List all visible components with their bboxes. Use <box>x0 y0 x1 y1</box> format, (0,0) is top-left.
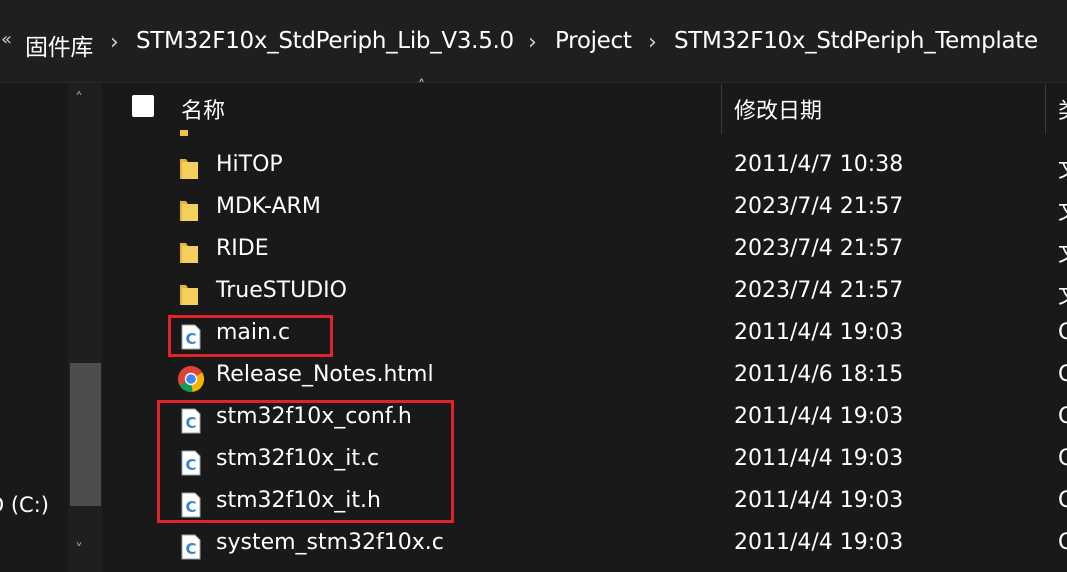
file-type: 文 <box>1058 236 1067 268</box>
file-name: system_stm32f10x.c <box>216 530 444 555</box>
column-header-date-modified[interactable]: 修改日期 <box>734 93 822 125</box>
file-date: 2011/4/4 19:03 <box>734 404 904 429</box>
column-header-name[interactable]: 名称 <box>181 93 225 125</box>
file-date: 2023/7/4 21:57 <box>734 194 904 219</box>
breadcrumb-item-project[interactable]: Project <box>555 28 632 54</box>
file-date: 2011/4/4 19:03 <box>734 530 904 555</box>
folder-icon <box>178 239 204 267</box>
svg-text:C: C <box>185 540 196 558</box>
sort-ascending-icon: ˄ <box>418 78 425 94</box>
breadcrumb-overflow-icon[interactable]: « <box>1 29 12 50</box>
file-type: C <box>1058 488 1067 513</box>
list-item[interactable]: TrueSTUDIO 2023/7/4 21:57 文 <box>104 272 1067 314</box>
file-type: C <box>1058 362 1067 387</box>
list-item[interactable]: Release_Notes.html 2011/4/6 18:15 C <box>104 356 1067 398</box>
file-date: 2023/7/4 21:57 <box>734 236 904 261</box>
column-header <box>104 84 1067 134</box>
highlight-box-main-c <box>168 315 333 357</box>
file-name: Release_Notes.html <box>216 362 434 387</box>
breadcrumb-chevron-icon[interactable]: › <box>528 30 537 55</box>
file-date: 2011/4/6 18:15 <box>734 362 904 387</box>
breadcrumb-chevron-icon[interactable]: › <box>110 30 119 55</box>
list-item[interactable]: MDK-ARM 2023/7/4 21:57 文 <box>104 188 1067 230</box>
file-name: RIDE <box>216 236 269 261</box>
nav-scrollbar-thumb[interactable] <box>70 363 101 506</box>
file-type: 文 <box>1058 194 1067 226</box>
column-divider[interactable] <box>721 84 722 134</box>
folder-icon <box>178 281 204 309</box>
file-type: C <box>1058 530 1067 555</box>
file-date: 2023/7/4 21:57 <box>734 278 904 303</box>
nav-item-drive-c[interactable]: D (C:) <box>0 493 49 517</box>
folder-icon <box>178 197 204 225</box>
file-name: TrueSTUDIO <box>216 278 347 303</box>
breadcrumb-item-template[interactable]: STM32F10x_StdPeriph_Template <box>674 28 1038 54</box>
chrome-icon <box>177 365 205 393</box>
file-type: 文 <box>1058 152 1067 184</box>
file-date: 2011/4/4 19:03 <box>734 320 904 345</box>
select-all-checkbox[interactable] <box>132 95 154 117</box>
scroll-up-icon[interactable]: ˄ <box>75 89 83 108</box>
folder-icon <box>178 155 204 183</box>
breadcrumb-chevron-icon[interactable]: › <box>648 30 657 55</box>
highlight-box-stm32-files <box>157 400 454 523</box>
file-name: HiTOP <box>216 152 283 177</box>
file-name: MDK-ARM <box>216 194 321 219</box>
file-type: 文 <box>1058 278 1067 310</box>
scroll-down-icon[interactable]: ˅ <box>75 540 83 559</box>
c-file-icon: C <box>178 533 204 561</box>
list-item[interactable]: RIDE 2023/7/4 21:57 文 <box>104 230 1067 272</box>
file-type: C <box>1058 320 1067 345</box>
file-date: 2011/4/7 10:38 <box>734 152 904 177</box>
breadcrumb-item-stdperiph-lib[interactable]: STM32F10x_StdPeriph_Lib_V3.5.0 <box>136 28 514 54</box>
column-header-type[interactable]: 类 <box>1058 93 1067 125</box>
file-type: C <box>1058 446 1067 471</box>
column-divider[interactable] <box>1045 84 1046 134</box>
file-type: C <box>1058 404 1067 429</box>
file-date: 2011/4/4 19:03 <box>734 488 904 513</box>
list-item[interactable]: HiTOP 2011/4/7 10:38 文 <box>104 146 1067 188</box>
address-bar[interactable]: « 固件库 › STM32F10x_StdPeriph_Lib_V3.5.0 ›… <box>0 0 1067 83</box>
breadcrumb-item-firmware-lib[interactable]: 固件库 <box>25 28 93 62</box>
file-date: 2011/4/4 19:03 <box>734 446 904 471</box>
list-item[interactable]: C system_stm32f10x.c 2011/4/4 19:03 C <box>104 524 1067 566</box>
